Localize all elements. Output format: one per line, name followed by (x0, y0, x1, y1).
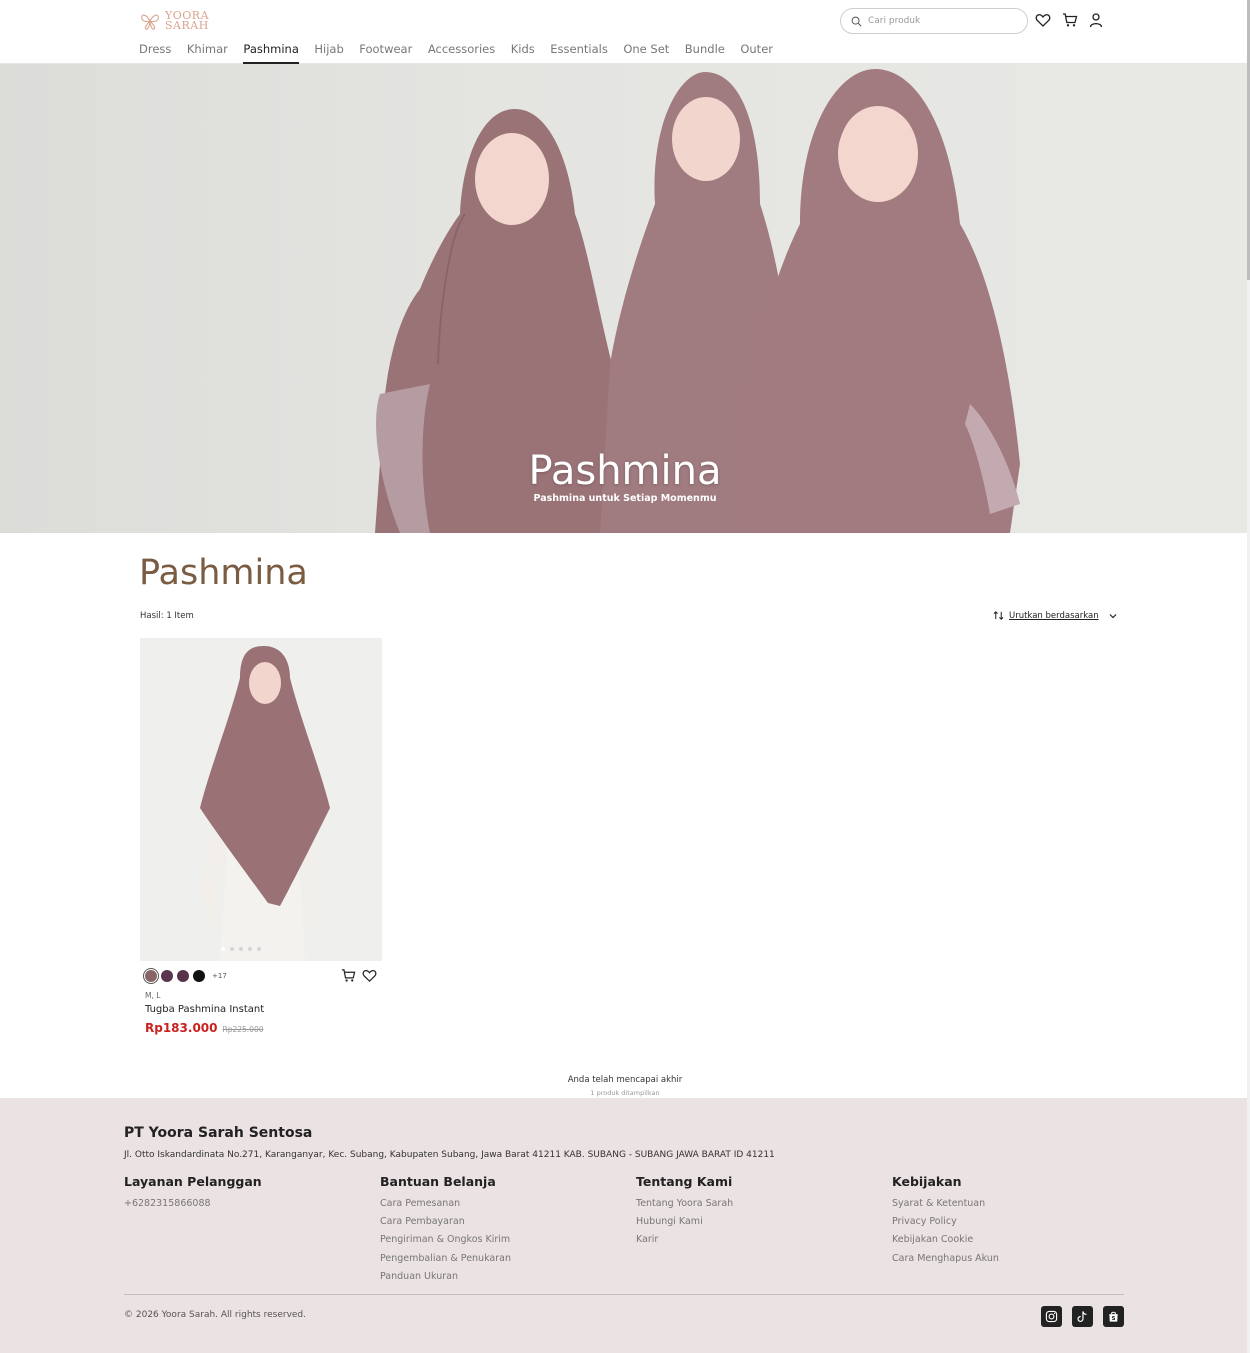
footer-column-customer-service: Layanan Pelanggan +6282315866088 (124, 1174, 262, 1215)
hero-banner: Pashmina Pashmina untuk Setiap Momenmu (0, 64, 1250, 533)
footer-link[interactable]: Kebijakan Cookie (892, 1233, 999, 1251)
search-input[interactable] (868, 16, 1008, 26)
product-image[interactable] (140, 638, 382, 961)
product-card[interactable]: +17 M, L Tugba Pashmina Instant Rp183.00… (140, 638, 382, 1035)
tiktok-icon (1077, 1311, 1087, 1323)
footer-column-title: Tentang Kami (636, 1174, 733, 1189)
search-bar[interactable] (840, 8, 1028, 34)
chevron-down-icon (1109, 613, 1117, 618)
product-name[interactable]: Tugba Pashmina Instant (145, 1004, 264, 1015)
svg-text:S: S (1111, 1316, 1115, 1322)
footer-link[interactable]: Cara Pemesanan (380, 1197, 511, 1215)
footer-link-phone[interactable]: +6282315866088 (124, 1197, 262, 1215)
end-of-list-message: Anda telah mencapai akhir (567, 1075, 683, 1085)
footer-link[interactable]: Pengembalian & Penukaran (380, 1252, 511, 1270)
site-header: YOORA SARAH Dress Khimar Pashmina Hijab … (0, 0, 1250, 64)
end-of-list-count: 1 produk ditampilkan (590, 1089, 660, 1097)
nav-item-bundle[interactable]: Bundle (685, 40, 725, 64)
carousel-dot[interactable] (257, 947, 261, 951)
instagram-icon (1045, 1310, 1058, 1323)
footer-column-title: Bantuan Belanja (380, 1174, 496, 1189)
sort-icon (993, 611, 1004, 620)
carousel-dot[interactable] (221, 947, 225, 951)
carousel-dot[interactable] (230, 947, 234, 951)
shop-bag-icon: S (1109, 1311, 1118, 1322)
hero-title: Pashmina (528, 448, 722, 494)
heart-icon (1035, 14, 1051, 27)
color-swatch[interactable] (177, 970, 189, 982)
footer-link[interactable]: Karir (636, 1233, 733, 1251)
butterfly-logo-icon (141, 14, 159, 30)
company-address: Jl. Otto Iskandardinata No.271, Karangan… (124, 1150, 775, 1160)
cart-icon (1063, 13, 1078, 27)
nav-item-dress[interactable]: Dress (139, 40, 171, 64)
carousel-dot[interactable] (239, 947, 243, 951)
nav-item-accessories[interactable]: Accessories (428, 40, 495, 64)
footer-column-shopping-help: Bantuan Belanja Cara Pemesanan Cara Pemb… (380, 1174, 511, 1288)
add-to-cart-button[interactable] (341, 968, 356, 983)
heart-icon (362, 969, 377, 982)
nav-item-essentials[interactable]: Essentials (550, 40, 608, 64)
nav-item-pashmina[interactable]: Pashmina (243, 40, 299, 64)
page-title: Pashmina (139, 553, 308, 593)
hero-subtitle: Pashmina untuk Setiap Momenmu (533, 493, 717, 504)
footer-divider (124, 1294, 1124, 1295)
more-colors-count[interactable]: +17 (212, 972, 227, 980)
footer-link[interactable]: Panduan Ukuran (380, 1270, 511, 1288)
footer-column-title: Layanan Pelanggan (124, 1174, 262, 1189)
search-icon (851, 16, 862, 26)
sort-label: Urutkan berdasarkan (1009, 610, 1099, 621)
carousel-dot[interactable] (248, 947, 252, 951)
add-to-wishlist-button[interactable] (362, 968, 377, 983)
nav-item-kids[interactable]: Kids (511, 40, 535, 64)
tiktok-link[interactable] (1072, 1306, 1093, 1327)
color-swatch[interactable] (193, 970, 205, 982)
product-photo (140, 638, 382, 961)
footer-link[interactable]: Hubungi Kami (636, 1215, 733, 1233)
wishlist-button[interactable] (1035, 12, 1051, 28)
footer-column-policy: Kebijakan Syarat & Ketentuan Privacy Pol… (892, 1174, 999, 1270)
image-carousel-dots (140, 947, 362, 951)
nav-item-footwear[interactable]: Footwear (359, 40, 412, 64)
color-swatch[interactable] (161, 970, 173, 982)
cart-icon (341, 969, 356, 982)
instagram-link[interactable] (1041, 1306, 1062, 1327)
product-price: Rp183.000 Rp225.000 (145, 1021, 264, 1035)
category-nav: Dress Khimar Pashmina Hijab Footwear Acc… (139, 40, 789, 64)
brand-logo[interactable]: YOORA SARAH (139, 9, 217, 33)
product-sizes: M, L (145, 991, 161, 1000)
footer-link[interactable]: Cara Pembayaran (380, 1215, 511, 1233)
footer-link[interactable]: Privacy Policy (892, 1215, 999, 1233)
account-button[interactable] (1088, 12, 1104, 28)
footer-link[interactable]: Pengiriman & Ongkos Kirim (380, 1233, 511, 1251)
color-swatch[interactable] (145, 970, 157, 982)
footer-column-about: Tentang Kami Tentang Yoora Sarah Hubungi… (636, 1174, 733, 1252)
brand-line2: SARAH (165, 19, 209, 32)
user-icon (1089, 13, 1103, 28)
footer-link[interactable]: Tentang Yoora Sarah (636, 1197, 733, 1215)
original-price: Rp225.000 (222, 1025, 264, 1034)
nav-item-one-set[interactable]: One Set (623, 40, 669, 64)
site-footer: PT Yoora Sarah Sentosa Jl. Otto Iskandar… (0, 1098, 1250, 1353)
brand-wordmark: YOORA SARAH (165, 10, 209, 32)
cart-button[interactable] (1062, 12, 1078, 28)
color-swatches: +17 (145, 970, 227, 982)
sort-dropdown[interactable]: Urutkan berdasarkan (993, 610, 1118, 621)
company-name: PT Yoora Sarah Sentosa (124, 1125, 313, 1141)
nav-item-outer[interactable]: Outer (740, 40, 773, 64)
footer-link[interactable]: Syarat & Ketentuan (892, 1197, 999, 1215)
copyright: © 2026 Yoora Sarah. All rights reserved. (124, 1310, 307, 1320)
result-count: Hasil: 1 Item (140, 611, 194, 621)
sale-price: Rp183.000 (145, 1021, 218, 1035)
footer-column-title: Kebijakan (892, 1174, 962, 1189)
nav-item-hijab[interactable]: Hijab (314, 40, 343, 64)
footer-link[interactable]: Cara Menghapus Akun (892, 1252, 999, 1270)
shop-link[interactable]: S (1103, 1306, 1124, 1327)
nav-item-khimar[interactable]: Khimar (187, 40, 228, 64)
